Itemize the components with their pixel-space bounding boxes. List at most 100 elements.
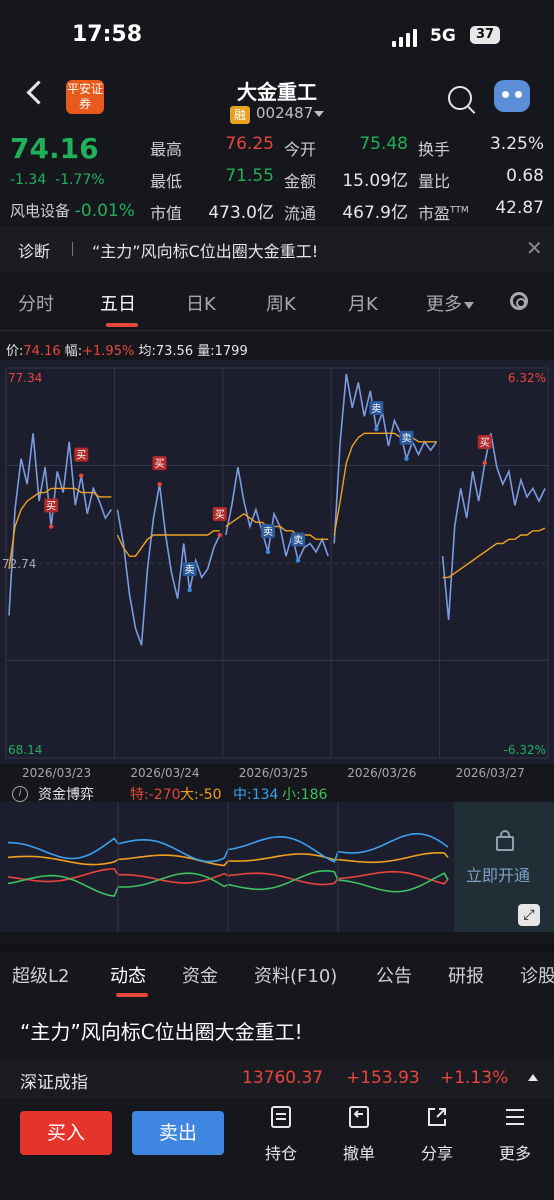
- cancel-order-button[interactable]: 撤单: [324, 1106, 394, 1164]
- tab-monthly-k[interactable]: 月K: [348, 290, 378, 316]
- info-tab[interactable]: 研报: [448, 962, 484, 988]
- five-day-price-chart[interactable]: 买买买卖买卖卖卖卖 买77.3472.7468.146.32%-6.32%: [0, 360, 554, 764]
- quote-value: 71.55: [225, 166, 274, 186]
- holdings-label: 持仓: [264, 1144, 297, 1163]
- range-label: 幅:: [64, 344, 83, 359]
- quote-label: 今开: [284, 140, 317, 159]
- close-icon[interactable]: ✕: [526, 236, 543, 260]
- trade-point: [48, 524, 54, 529]
- quote-label: 市值: [150, 204, 183, 223]
- trade-point: [295, 558, 301, 563]
- date-label: 2026/03/25: [238, 766, 308, 780]
- divider: [72, 242, 73, 256]
- capital-item: 特:-270: [130, 787, 181, 803]
- divider: [0, 330, 554, 331]
- battery-icon: 37: [470, 26, 500, 44]
- date-label: 2026/03/26: [347, 766, 417, 780]
- index-change: +153.93: [346, 1068, 420, 1088]
- avg-label: 均:: [138, 344, 156, 359]
- change-value: -1.34: [10, 172, 47, 188]
- pct-max-label: 6.32%: [508, 371, 546, 385]
- sell-marker-label: 卖: [371, 403, 381, 415]
- diagnosis-text: “主力”风向标C位出圈大金重工!: [92, 242, 319, 261]
- tab-more-label: 更多: [426, 294, 462, 315]
- sell-marker-label: 卖: [185, 564, 195, 576]
- share-button[interactable]: 分享: [402, 1106, 472, 1164]
- date-label: 2026/03/27: [455, 766, 525, 780]
- cancel-order-label: 撤单: [342, 1144, 375, 1163]
- trade-point: [482, 460, 487, 466]
- info-tab[interactable]: 动态: [110, 962, 146, 988]
- chart-info: 价:74.16 幅:+1.95% 均:73.56 量:1799: [6, 340, 248, 359]
- share-label: 分享: [420, 1144, 453, 1163]
- tab-weekly-k[interactable]: 周K: [266, 290, 296, 316]
- quote-value: 75.48: [359, 134, 408, 154]
- y-min-label: 68.14: [8, 743, 42, 757]
- info-tab[interactable]: 资金: [182, 962, 218, 988]
- ai-assistant-icon[interactable]: [494, 80, 530, 112]
- buy-marker-label: 买: [76, 450, 86, 462]
- trade-point: [217, 532, 222, 538]
- quote-label-superscript: TTM: [450, 205, 469, 216]
- quote-value: 473.0亿: [208, 203, 274, 223]
- quote-value: 76.25: [225, 134, 274, 154]
- lock-icon: [496, 830, 514, 851]
- info-tab[interactable]: 诊股: [520, 962, 554, 988]
- stock-code[interactable]: 002487: [256, 104, 313, 122]
- index-ticker[interactable]: 深证成指 13760.37 +153.93 +1.13%: [0, 1060, 554, 1098]
- chevron-down-icon[interactable]: [314, 111, 324, 117]
- capital-game-header: i 资金博弈 特:-270 大:-50 中:134 小:186: [0, 782, 554, 804]
- cancel-order-icon: [349, 1106, 369, 1128]
- info-tab[interactable]: 资料(F10): [254, 962, 337, 988]
- active-tab-indicator: [106, 323, 138, 327]
- y-baseline-label: 72.74: [2, 557, 36, 571]
- quote-label: 量比: [418, 172, 451, 191]
- date-label: 2026/03/24: [130, 766, 200, 780]
- buy-button[interactable]: 买入: [20, 1111, 112, 1155]
- quote-label: 市盈TTM: [418, 204, 469, 223]
- info-tab[interactable]: 超级L2: [12, 962, 69, 988]
- quote-label: 最低: [150, 172, 183, 191]
- more-button[interactable]: 更多: [480, 1106, 550, 1164]
- price-value: 74.16: [23, 344, 61, 359]
- chevron-up-icon[interactable]: [528, 1074, 538, 1081]
- tab-five-day[interactable]: 五日: [100, 290, 136, 316]
- sell-button[interactable]: 卖出: [132, 1111, 224, 1155]
- quote-value: 42.87: [495, 198, 544, 218]
- sell-marker-label: 卖: [263, 526, 273, 538]
- status-time: 17:58: [72, 22, 143, 47]
- tab-more[interactable]: 更多: [426, 290, 474, 316]
- date-label: 2026/03/23: [22, 766, 92, 780]
- info-icon[interactable]: i: [12, 786, 28, 802]
- capital-item: 小:186: [282, 787, 328, 803]
- volume-value: 1799: [214, 344, 248, 359]
- quote-label: 换手: [418, 140, 451, 159]
- diagnosis-bar[interactable]: 诊断 “主力”风向标C位出圈大金重工! ✕: [0, 226, 554, 272]
- sell-marker-label: 卖: [293, 534, 303, 546]
- pct-min-label: -6.32%: [504, 743, 546, 757]
- tab-intraday[interactable]: 分时: [18, 290, 54, 316]
- chevron-down-icon: [464, 301, 474, 309]
- active-tab-indicator: [116, 993, 148, 997]
- search-icon[interactable]: [448, 86, 472, 110]
- quote-label: 最高: [150, 140, 183, 159]
- sector-change-value: -0.01%: [74, 201, 135, 221]
- trade-point: [79, 473, 84, 478]
- margin-badge: 融: [230, 106, 250, 124]
- capital-game-title: 资金博弈: [38, 787, 94, 803]
- capital-item: 中:134: [233, 787, 279, 803]
- network-type: 5G: [430, 26, 456, 46]
- gear-icon[interactable]: [510, 292, 528, 310]
- holdings-button[interactable]: 持仓: [246, 1106, 316, 1164]
- sector-change[interactable]: 风电设备 -0.01%: [10, 200, 135, 221]
- expand-icon[interactable]: ⤢: [518, 904, 540, 926]
- trade-point: [187, 587, 192, 593]
- tab-daily-k[interactable]: 日K: [186, 290, 216, 316]
- buy-marker-label: 买: [480, 437, 490, 449]
- quote-label: 金额: [284, 172, 317, 191]
- current-price: 74.16: [10, 132, 99, 165]
- volume-label: 量:: [197, 344, 215, 359]
- news-headline[interactable]: “主力”风向标C位出圈大金重工!: [20, 1016, 303, 1045]
- share-icon: [428, 1108, 446, 1126]
- info-tab[interactable]: 公告: [376, 962, 412, 988]
